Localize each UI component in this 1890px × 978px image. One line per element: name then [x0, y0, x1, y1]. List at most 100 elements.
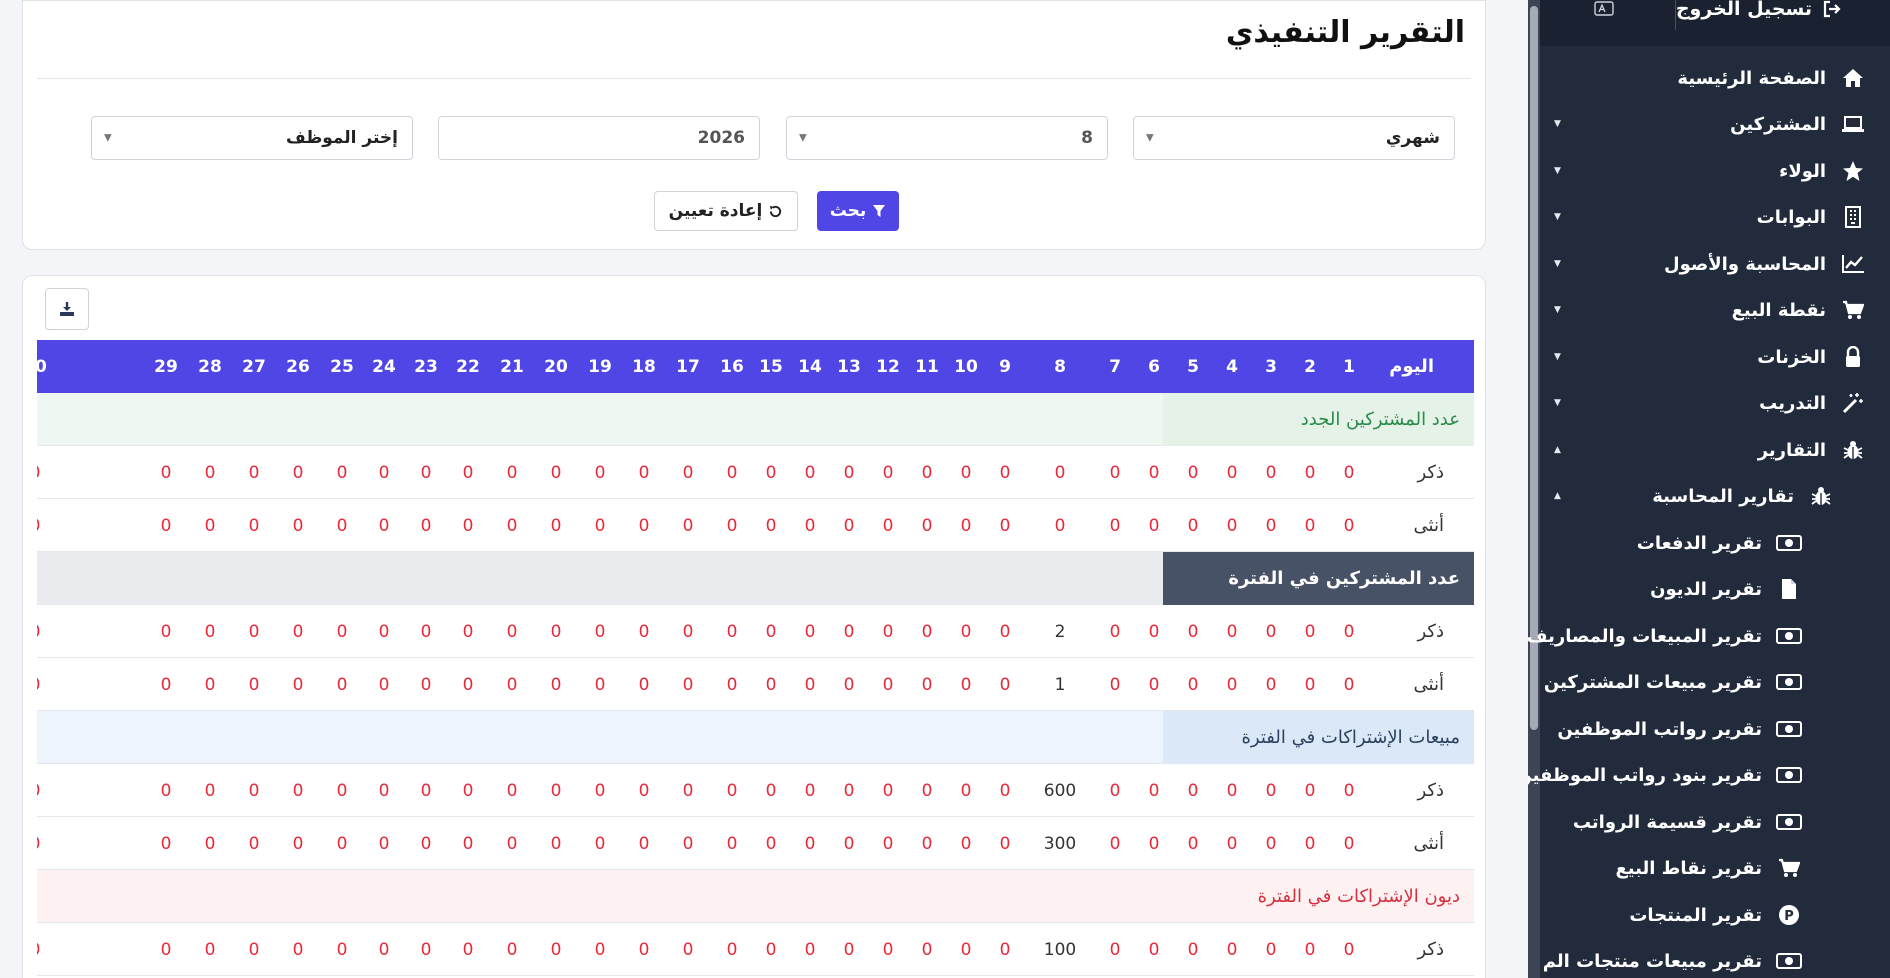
day-header-cell: 7 [1109, 356, 1121, 377]
day-header-cell: 8 [1054, 356, 1066, 377]
day-header: اليوم [1389, 356, 1434, 377]
year-input[interactable]: 2026 [438, 116, 760, 160]
table-row: ذكر 0 0 0 0 0 0 0 100 0 0 0 0 0 0 0 0 0 0 0 0 0 0 0 0 0 0 0 0 0 0 [37, 923, 1474, 976]
day-header-cell: 2 [1304, 356, 1316, 377]
day-header-cell: 27 [242, 356, 266, 377]
sidebar-item-4[interactable]: المحاسبة والأصول ▼ [1540, 244, 1890, 284]
sidebar-item-5[interactable]: نقطة البيع ▼ [1540, 290, 1890, 330]
value-cell: 0 [1265, 780, 1277, 801]
value-cell: 0 [336, 939, 348, 960]
filter-card: التقرير التنفيذي شهري ▼ 8 ▼ 2026 إختر ال… [22, 0, 1486, 250]
day-header-cell: 26 [286, 356, 310, 377]
sidebar-item-2[interactable]: الولاء ▼ [1540, 151, 1890, 191]
sidebar-item-label: تقرير الديون [1650, 578, 1762, 600]
sidebar-item-6[interactable]: الخزنات ▼ [1540, 337, 1890, 377]
money-icon [1776, 809, 1802, 835]
translate-icon[interactable] [1592, 0, 1616, 18]
table-row: أنثى 0 0 0 0 0 0 0 0 0 0 0 0 0 0 0 0 0 0 0 0 0 0 0 0 0 0 0 0 0 0 [37, 499, 1474, 552]
scrollbar-thumb[interactable] [1530, 6, 1538, 730]
value-cell: 0 [1304, 462, 1316, 483]
value-cell: 0 [999, 939, 1011, 960]
value-cell: 600 [1043, 780, 1077, 801]
value-cell: 0 [843, 939, 855, 960]
employee-select[interactable]: إختر الموظف ▼ [91, 116, 413, 160]
value-cell: 0 [160, 780, 172, 801]
sidebar-item-17[interactable]: تقرير نقاط البيع [1540, 848, 1890, 888]
sidebar-item-3[interactable]: البوابات ▼ [1540, 197, 1890, 237]
download-button[interactable] [45, 288, 89, 330]
value-cell: 0 [638, 939, 650, 960]
value-cell: 0 [1109, 515, 1121, 536]
sidebar-item-label: التقارير [1757, 439, 1826, 461]
value-cell: 0 [1148, 833, 1160, 854]
value-cell: 0 [378, 515, 390, 536]
sidebar-scrollbar[interactable] [1528, 0, 1540, 978]
sidebar-item-0[interactable]: الصفحة الرئيسية [1540, 58, 1890, 98]
money-icon [1776, 669, 1802, 695]
day-header-cell: 15 [759, 356, 783, 377]
value-cell: 0 [248, 780, 260, 801]
value-cell: 0 [843, 621, 855, 642]
title-divider [37, 78, 1471, 79]
sidebar-item-9[interactable]: تقارير المحاسبة ▲ [1540, 476, 1890, 516]
value-cell: 0 [921, 939, 933, 960]
section-label: عدد المشتركين في الفترة [1228, 568, 1460, 589]
sidebar-item-label: الولاء [1779, 160, 1826, 182]
value-cell: 0 [726, 462, 738, 483]
sidebar-item-19[interactable]: تقرير مبيعات منتجات الم [1540, 941, 1890, 978]
sidebar-item-label: نقطة البيع [1731, 299, 1826, 321]
value-cell: 0 [1265, 515, 1277, 536]
value-cell: 0 [999, 621, 1011, 642]
value-cell: 0 [550, 515, 562, 536]
value-cell: 0 [37, 658, 55, 711]
day-header-cell: 28 [198, 356, 222, 377]
sidebar-item-7[interactable]: التدريب ▼ [1540, 383, 1890, 423]
search-button[interactable]: بحث [817, 191, 899, 231]
lock-icon [1840, 344, 1866, 370]
period-select[interactable]: شهري ▼ [1133, 116, 1455, 160]
value-cell: 0 [336, 515, 348, 536]
value-cell: 0 [682, 939, 694, 960]
value-cell: 0 [248, 462, 260, 483]
chevron-down-icon: ▼ [1554, 398, 1561, 408]
value-cell: 0 [292, 780, 304, 801]
value-cell: 0 [37, 605, 55, 658]
sidebar-item-label: الصفحة الرئيسية [1677, 67, 1826, 89]
value-cell: 0 [378, 621, 390, 642]
sidebar-item-11[interactable]: تقرير الديون [1540, 569, 1890, 609]
month-select[interactable]: 8 ▼ [786, 116, 1108, 160]
sidebar-item-10[interactable]: تقرير الدفعات [1540, 523, 1890, 563]
reset-button[interactable]: إعادة تعيين [654, 191, 798, 231]
sidebar-item-12[interactable]: تقرير المبيعات والمصاريف [1528, 616, 1890, 656]
sidebar-item-8[interactable]: التقارير ▲ [1540, 430, 1890, 470]
sidebar-item-label: تقرير نقاط البيع [1615, 857, 1763, 879]
value-cell: 0 [292, 462, 304, 483]
chevron-down-icon: ▼ [1554, 166, 1561, 176]
search-button-label: بحث [829, 201, 867, 221]
value-cell: 0 [999, 462, 1011, 483]
sidebar-item-13[interactable]: تقرير مبيعات المشتركين [1540, 662, 1890, 702]
value-cell: 0 [638, 621, 650, 642]
sidebar-item-1[interactable]: المشتركين ▼ [1540, 104, 1890, 144]
sidebar-item-15[interactable]: تقرير بنود رواتب الموظفين [1528, 755, 1890, 795]
day-header-cell: 25 [330, 356, 354, 377]
logout-button[interactable]: تسجيل الخروج [1676, 0, 1842, 20]
value-cell: 0 [378, 674, 390, 695]
page-title: التقرير التنفيذي [1225, 15, 1465, 50]
day-header-cell: 11 [915, 356, 939, 377]
value-cell: 0 [682, 674, 694, 695]
sidebar-item-14[interactable]: تقرير رواتب الموظفين [1540, 709, 1890, 749]
value-cell: 0 [1148, 462, 1160, 483]
day-header-cell: 14 [798, 356, 822, 377]
value-cell: 0 [804, 780, 816, 801]
day-header-cell: 29 [154, 356, 178, 377]
gender-label: ذكر [1417, 780, 1444, 801]
value-cell: 1 [1054, 674, 1066, 695]
value-cell: 0 [843, 780, 855, 801]
sidebar-item-18[interactable]: P تقرير المنتجات [1540, 895, 1890, 935]
value-cell: 0 [960, 939, 972, 960]
value-cell: 0 [420, 939, 432, 960]
value-cell: 0 [594, 780, 606, 801]
sidebar-item-16[interactable]: تقرير قسيمة الرواتب [1540, 802, 1890, 842]
value-cell: 0 [999, 833, 1011, 854]
